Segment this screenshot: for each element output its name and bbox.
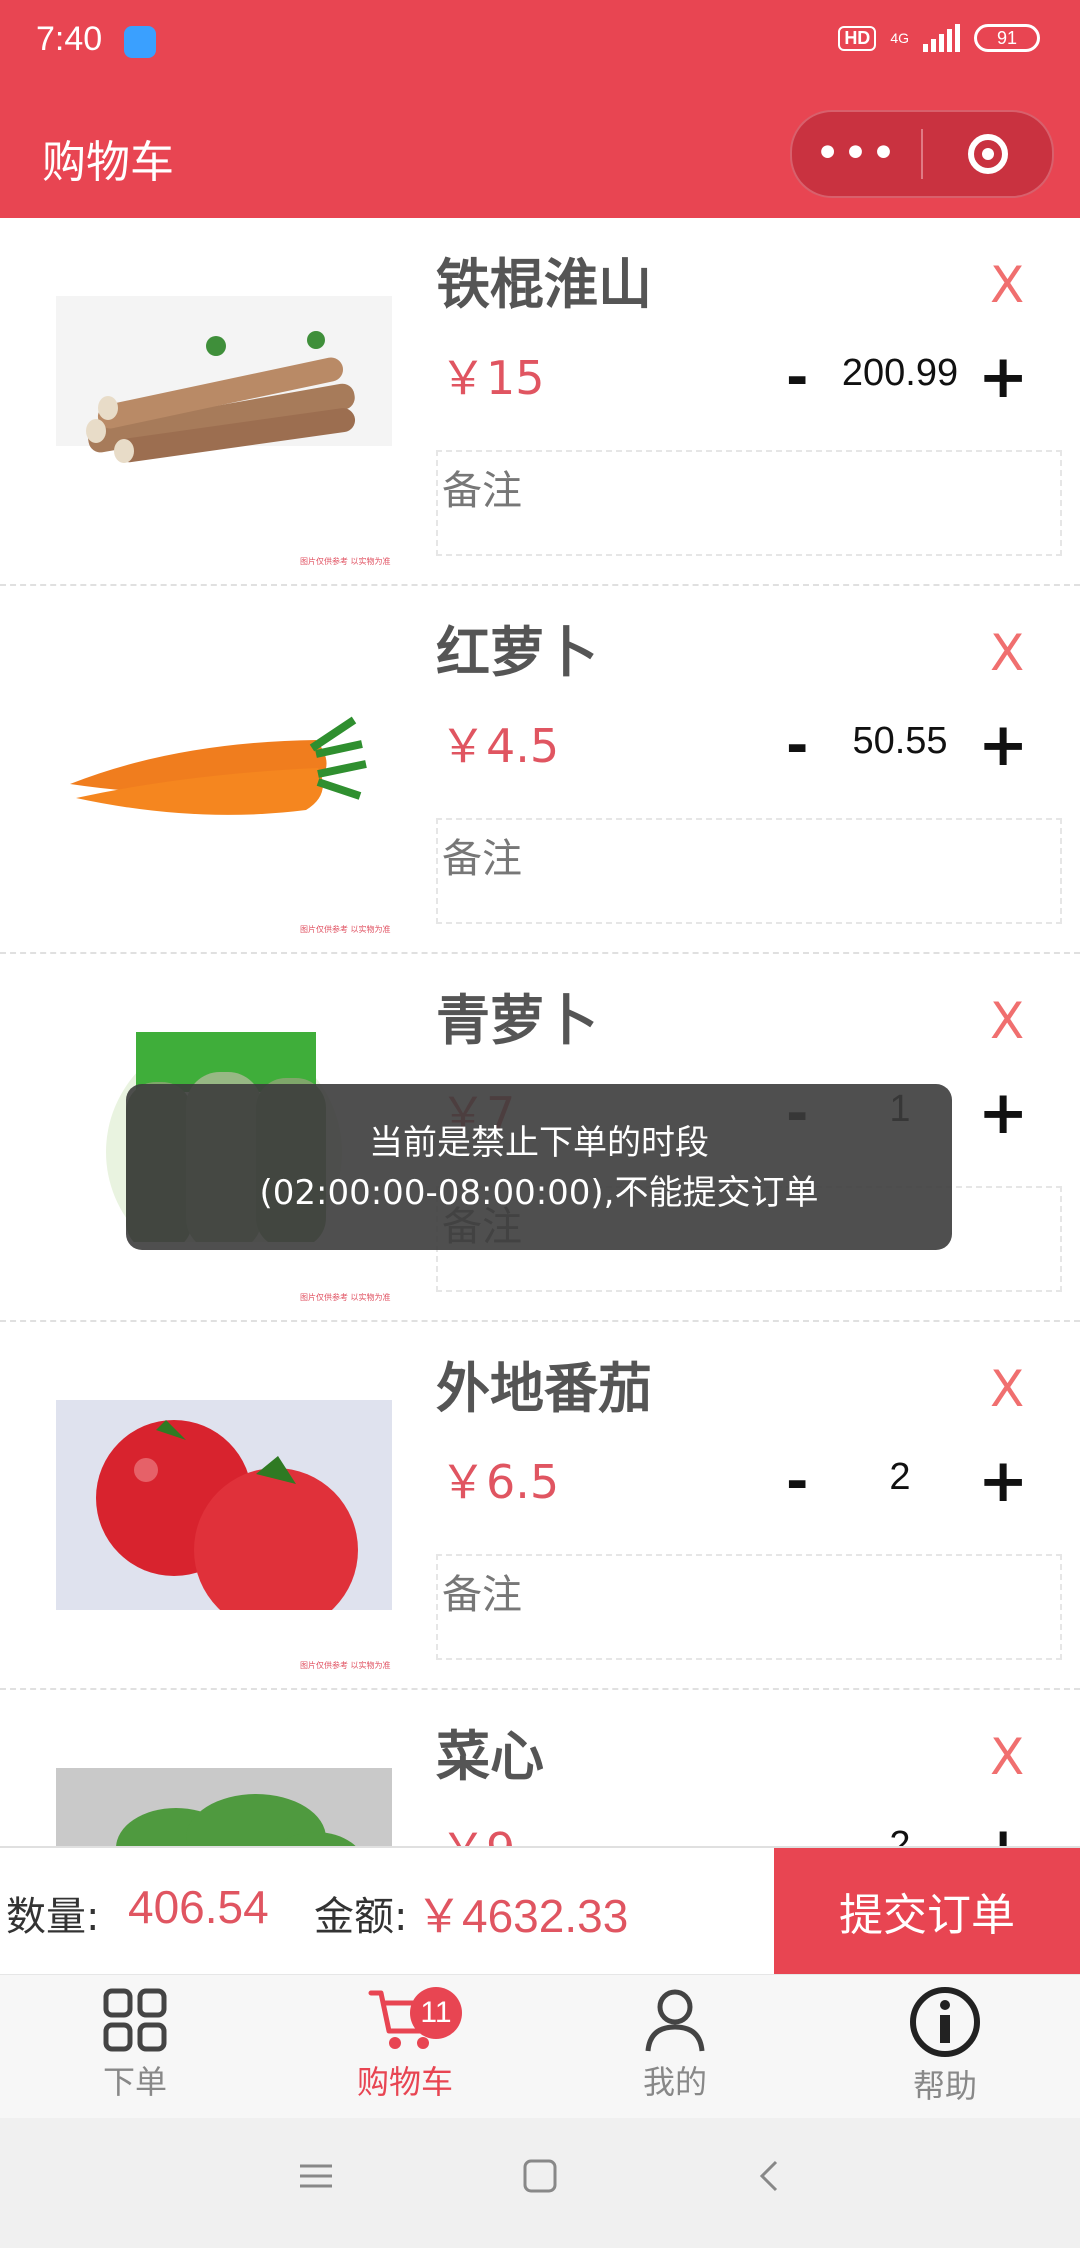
note-placeholder: 备注 bbox=[442, 1572, 522, 1618]
more-menu-icon[interactable]: ••• bbox=[792, 132, 921, 176]
increase-quantity-button[interactable]: + bbox=[978, 1814, 1028, 1846]
menu-icon[interactable] bbox=[298, 2158, 334, 2194]
quantity-value[interactable]: 50.55 bbox=[840, 720, 960, 763]
product-price: ￥4.5 bbox=[440, 719, 560, 773]
close-miniprogram-button[interactable] bbox=[923, 134, 1052, 174]
delete-item-button[interactable]: X bbox=[990, 992, 1024, 1050]
cart-item: 图片仅供参考 以实物为准 铁棍淮山 ￥15 X - 200.99 + 备注 bbox=[0, 218, 1080, 586]
status-time: 7:40 bbox=[36, 20, 103, 58]
cart-item: 图片仅供参考 以实物为准 外地番茄 ￥6.5 X - 2 + 备注 bbox=[0, 1322, 1080, 1690]
increase-quantity-button[interactable]: + bbox=[978, 342, 1028, 412]
battery-icon: 91 bbox=[974, 24, 1040, 52]
quantity-value[interactable]: 2 bbox=[840, 1824, 960, 1846]
notification-app-icon bbox=[124, 26, 156, 58]
product-image-carrot bbox=[56, 664, 392, 874]
toast-message: 当前是禁止下单的时段 (02:00:00-08:00:00),不能提交订单 bbox=[126, 1084, 952, 1250]
note-input[interactable]: 备注 bbox=[436, 818, 1062, 924]
tab-label: 购物车 bbox=[356, 2063, 453, 2101]
product-name: 铁棍淮山 bbox=[436, 253, 652, 316]
delete-item-button[interactable]: X bbox=[990, 256, 1024, 314]
cart-list: 图片仅供参考 以实物为准 铁棍淮山 ￥15 X - 200.99 + 备注 图片… bbox=[0, 218, 1080, 1846]
note-placeholder: 备注 bbox=[442, 468, 522, 514]
image-caption: 图片仅供参考 以实物为准 bbox=[300, 1661, 391, 1670]
tab-label: 帮助 bbox=[912, 2067, 977, 2105]
network-type: 4G bbox=[890, 30, 909, 46]
product-image-tomato bbox=[56, 1400, 392, 1610]
page-header: 购物车 ••• bbox=[0, 90, 1080, 218]
tab-cart[interactable]: 11 购物车 bbox=[270, 1975, 540, 2119]
signal-icon bbox=[923, 24, 960, 52]
image-caption: 图片仅供参考 以实物为准 bbox=[300, 1293, 391, 1302]
miniprogram-capsule: ••• bbox=[790, 110, 1054, 198]
product-price: ￥9 bbox=[440, 1814, 515, 1846]
increase-quantity-button[interactable]: + bbox=[978, 710, 1028, 780]
tab-bar: 下单 11 购物车 我的 帮助 bbox=[0, 1974, 1080, 2119]
page-title: 购物车 bbox=[42, 137, 174, 188]
product-name: 青萝卜 bbox=[436, 989, 598, 1052]
hd-icon: HD bbox=[838, 25, 877, 51]
note-input[interactable]: 备注 bbox=[436, 450, 1062, 556]
tab-order[interactable]: 下单 bbox=[0, 1975, 270, 2119]
cart-item: 菜心 ￥9 X - 2 + 备注 bbox=[0, 1690, 1080, 1846]
toast-line-2: (02:00:00-08:00:00),不能提交订单 bbox=[259, 1173, 819, 1213]
submit-order-button[interactable]: 提交订单 bbox=[774, 1848, 1080, 1974]
quantity-label: 数量: bbox=[6, 1894, 100, 1940]
product-image-choysum bbox=[56, 1768, 392, 1846]
grid-icon bbox=[103, 1988, 167, 2052]
product-name: 红萝卜 bbox=[436, 621, 598, 684]
decrease-quantity-button[interactable]: - bbox=[786, 1818, 808, 1846]
delete-item-button[interactable]: X bbox=[990, 1728, 1024, 1786]
increase-quantity-button[interactable]: + bbox=[978, 1078, 1028, 1148]
quantity-value[interactable]: 200.99 bbox=[840, 352, 960, 395]
tab-help[interactable]: 帮助 bbox=[810, 1975, 1080, 2119]
increase-quantity-button[interactable]: + bbox=[978, 1446, 1028, 1516]
amount-label: 金额: bbox=[314, 1894, 408, 1940]
note-input[interactable]: 备注 bbox=[436, 1554, 1062, 1660]
cart-item: 图片仅供参考 以实物为准 红萝卜 ￥4.5 X - 50.55 + 备注 bbox=[0, 586, 1080, 954]
toast-line-1: 当前是禁止下单的时段 bbox=[369, 1123, 709, 1163]
delete-item-button[interactable]: X bbox=[990, 1360, 1024, 1418]
tab-label: 我的 bbox=[642, 2063, 707, 2101]
back-icon[interactable] bbox=[752, 2158, 788, 2194]
status-icons: HD 4G 91 bbox=[838, 24, 1040, 52]
system-navigation-bar bbox=[0, 2118, 1080, 2248]
decrease-quantity-button[interactable]: - bbox=[786, 1450, 808, 1513]
decrease-quantity-button[interactable]: - bbox=[786, 714, 808, 777]
image-caption: 图片仅供参考 以实物为准 bbox=[300, 557, 391, 566]
decrease-quantity-button[interactable]: - bbox=[786, 346, 808, 409]
tab-mine[interactable]: 我的 bbox=[540, 1975, 810, 2119]
product-price: ￥15 bbox=[440, 351, 545, 405]
tab-label: 下单 bbox=[102, 2063, 167, 2101]
quantity-value[interactable]: 2 bbox=[840, 1456, 960, 1499]
total-quantity: 406.54 bbox=[128, 1881, 269, 1933]
target-icon bbox=[967, 134, 1008, 174]
info-icon bbox=[910, 1987, 980, 2057]
status-bar: 7:40 HD 4G 91 bbox=[0, 0, 1080, 90]
product-image-yam bbox=[56, 296, 392, 506]
total-amount: ￥4632.33 bbox=[416, 1890, 629, 1942]
user-icon bbox=[645, 1989, 705, 2052]
home-icon[interactable] bbox=[522, 2158, 558, 2194]
product-name: 菜心 bbox=[436, 1725, 544, 1788]
note-placeholder: 备注 bbox=[442, 836, 522, 882]
product-price: ￥6.5 bbox=[440, 1455, 560, 1509]
delete-item-button[interactable]: X bbox=[990, 624, 1024, 682]
product-name: 外地番茄 bbox=[436, 1357, 652, 1420]
cart-count-badge: 11 bbox=[410, 1987, 462, 2039]
image-caption: 图片仅供参考 以实物为准 bbox=[300, 925, 391, 934]
order-summary-bar: 数量: 406.54 金额: ￥4632.33 提交订单 bbox=[0, 1846, 1080, 1974]
